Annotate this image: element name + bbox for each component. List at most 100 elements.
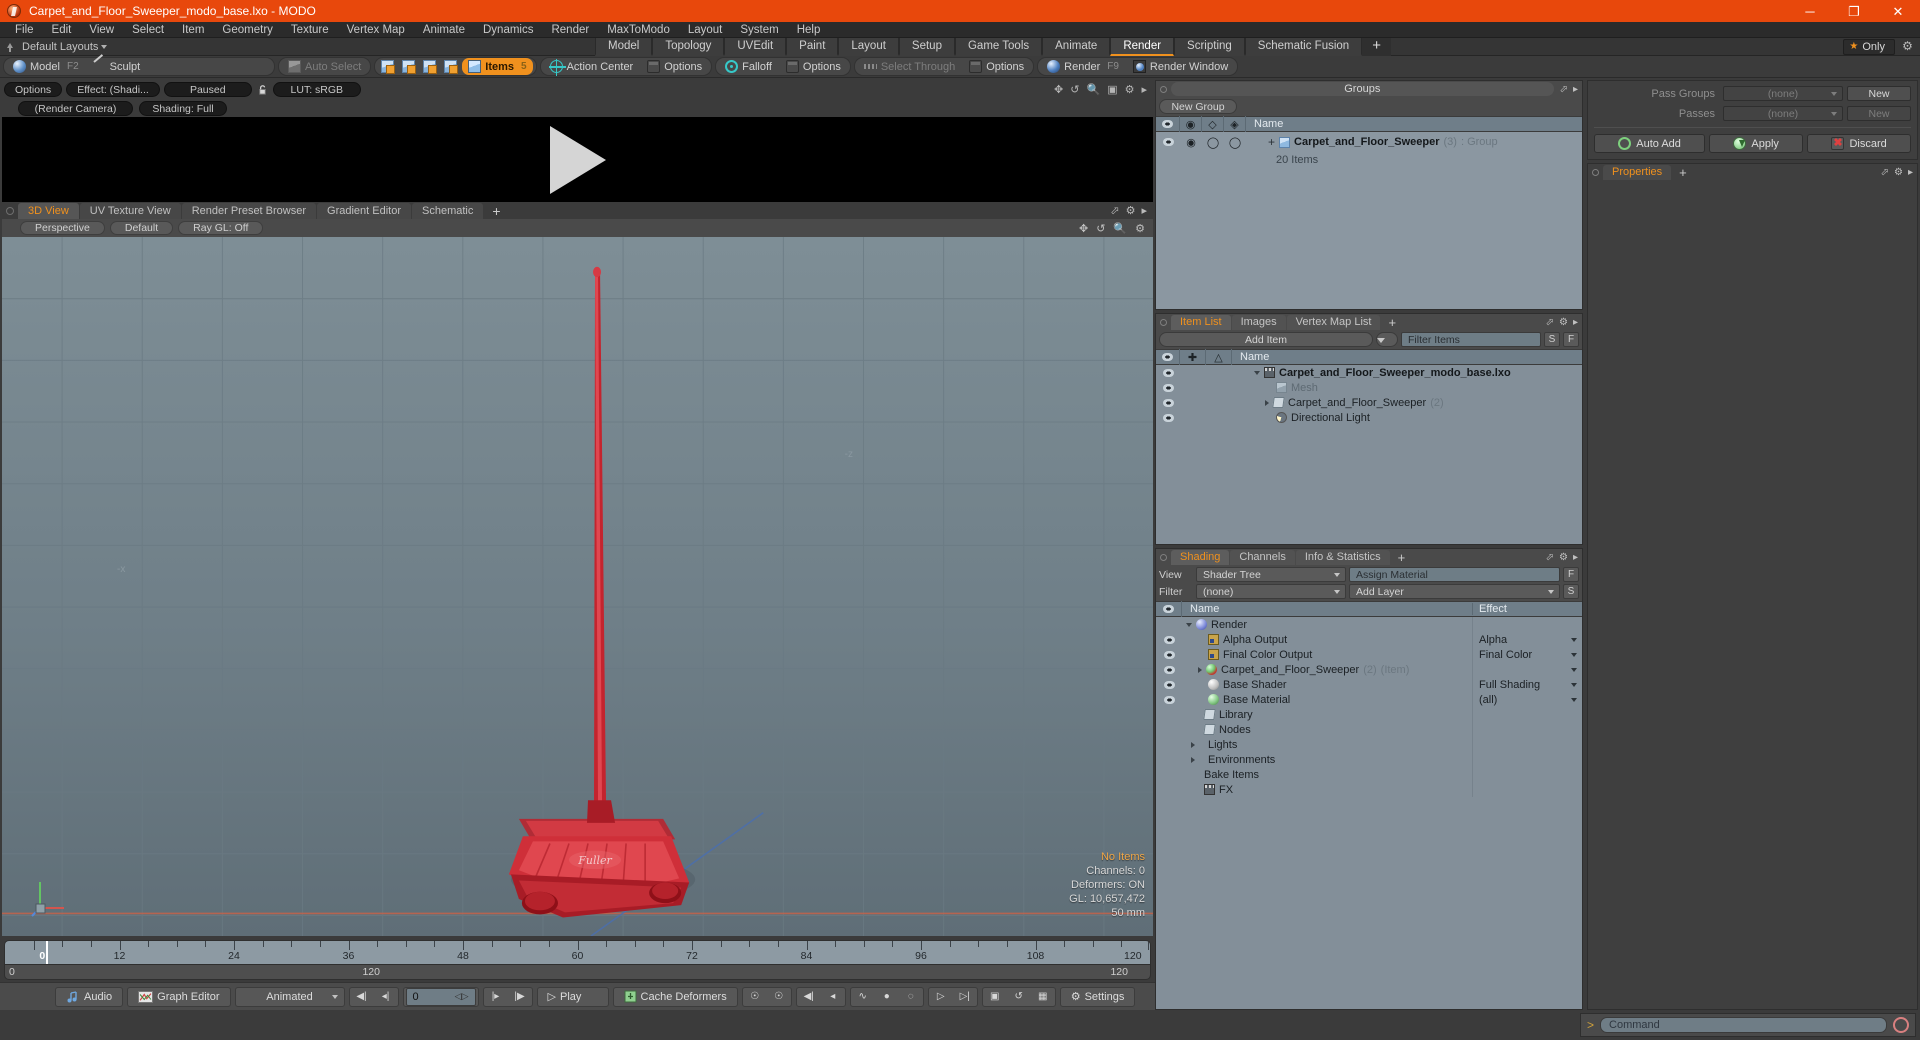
table-row[interactable]: ◉ ◯ ◯ + Carpet_and_Floor_Sweeper (3) : G… bbox=[1156, 132, 1582, 152]
shading-panel-dot[interactable] bbox=[1160, 553, 1167, 561]
viewport-panel-dot[interactable] bbox=[6, 207, 14, 215]
item-list-maximize-icon[interactable]: ⬀ bbox=[1546, 317, 1554, 328]
row-eye-toggle[interactable] bbox=[1156, 692, 1182, 707]
item-list-gear-icon[interactable]: ⚙ bbox=[1559, 317, 1568, 328]
layout-tab-layout[interactable]: Layout bbox=[838, 38, 899, 56]
filter-f-button[interactable]: F bbox=[1563, 332, 1579, 347]
row-name-cell[interactable]: Carpet_and_Floor_Sweeper (2) bbox=[1232, 397, 1582, 409]
key-slide-down-icon[interactable]: ☉ bbox=[767, 988, 791, 1006]
row-select-toggle[interactable]: ◯ bbox=[1224, 135, 1246, 150]
preview-canvas[interactable] bbox=[2, 117, 1153, 202]
table-row[interactable]: Directional Light bbox=[1156, 410, 1582, 425]
sculpt-mode-button[interactable]: Sculpt bbox=[87, 58, 147, 75]
render-button[interactable]: Render F9 bbox=[1041, 58, 1125, 75]
properties-panel-body[interactable] bbox=[1588, 180, 1917, 1009]
row-eye-toggle[interactable] bbox=[1156, 632, 1182, 647]
item-list-menu-icon[interactable]: ▸ bbox=[1573, 317, 1578, 328]
shading-add-tab-button[interactable]: + bbox=[1391, 550, 1413, 565]
table-row[interactable]: Nodes bbox=[1156, 722, 1582, 737]
menu-render[interactable]: Render bbox=[542, 22, 598, 38]
item-list-add-tab-button[interactable]: + bbox=[1381, 315, 1403, 330]
zoom-icon[interactable]: 🔍 bbox=[1086, 83, 1100, 96]
tab-item-list[interactable]: Item List bbox=[1171, 315, 1231, 330]
auto-select-button[interactable]: Auto Select bbox=[282, 58, 367, 75]
tab-shading[interactable]: Shading bbox=[1171, 550, 1230, 565]
shading-col-visibility[interactable] bbox=[1156, 601, 1182, 617]
edge-mode-button[interactable] bbox=[399, 58, 418, 75]
shader-tree-view-dropdown[interactable]: Shader Tree bbox=[1196, 567, 1346, 582]
row-eye-toggle[interactable] bbox=[1156, 647, 1182, 662]
render-camera-dropdown[interactable]: (Render Camera) bbox=[18, 100, 133, 116]
next-key-icon-2[interactable]: ▷ bbox=[929, 988, 953, 1006]
key-tool-2-icon[interactable]: ↺ bbox=[1007, 988, 1031, 1006]
row-name-cell[interactable]: Carpet_and_Floor_Sweeper (2) (Item) bbox=[1182, 664, 1472, 676]
row-name-cell[interactable]: Environments bbox=[1182, 754, 1472, 766]
maximize-panel-icon[interactable]: ⬀ bbox=[1110, 204, 1119, 217]
row-name-cell[interactable]: Bake Items bbox=[1182, 769, 1472, 781]
layout-tab-game-tools[interactable]: Game Tools bbox=[954, 38, 1043, 56]
row-effect-cell[interactable]: Final Color bbox=[1472, 647, 1582, 662]
falloff-options-button[interactable]: Options bbox=[780, 58, 847, 75]
menu-file[interactable]: File bbox=[6, 22, 43, 38]
add-item-button[interactable]: Add Item bbox=[1159, 332, 1373, 347]
groups-col-visibility[interactable] bbox=[1156, 116, 1180, 132]
viewport-tab-uv-texture-view[interactable]: UV Texture View bbox=[79, 203, 181, 219]
item-list-table-body[interactable]: Carpet_and_Floor_Sweeper_modo_base.lxo M… bbox=[1156, 365, 1582, 544]
table-row[interactable]: Mesh bbox=[1156, 380, 1582, 395]
row-eye-toggle[interactable] bbox=[1156, 662, 1182, 677]
next-key-button[interactable]: |▸ bbox=[484, 988, 508, 1006]
layout-tab-setup[interactable]: Setup bbox=[898, 38, 955, 56]
pass-groups-dropdown[interactable]: (none) bbox=[1723, 86, 1843, 101]
delete-key-icon[interactable]: ◌ bbox=[899, 988, 923, 1006]
go-to-start-button[interactable]: ◀| bbox=[350, 988, 374, 1006]
row-eye-toggle[interactable] bbox=[1156, 677, 1182, 692]
layout-tab-uvedit[interactable]: UVEdit bbox=[724, 38, 787, 56]
default-layouts-dropdown[interactable]: Default Layouts bbox=[22, 41, 108, 53]
new-pass-button[interactable]: New bbox=[1847, 106, 1911, 121]
audio-button[interactable]: Audio bbox=[55, 986, 124, 1007]
row-effect-cell[interactable]: Alpha bbox=[1472, 632, 1582, 647]
graph-editor-button[interactable]: Graph Editor bbox=[127, 986, 231, 1007]
viewport-gear-icon[interactable]: ⚙ bbox=[1126, 204, 1136, 217]
properties-add-tab-button[interactable]: + bbox=[1672, 165, 1694, 180]
shading-mode-dropdown[interactable]: Shading: Full bbox=[139, 100, 227, 116]
add-layout-tab-button[interactable]: + bbox=[1362, 38, 1391, 56]
lock-icon[interactable] bbox=[256, 83, 269, 96]
table-row[interactable]: Render bbox=[1156, 617, 1582, 632]
tab-vertex-map-list[interactable]: Vertex Map List bbox=[1286, 315, 1381, 330]
only-toggle-button[interactable]: ★ Only bbox=[1843, 38, 1895, 55]
viewport-rotate-icon[interactable]: ↺ bbox=[1096, 222, 1105, 235]
gear-icon[interactable]: ⚙ bbox=[1901, 40, 1914, 53]
tab-channels[interactable]: Channels bbox=[1230, 550, 1295, 565]
assign-material-button[interactable]: Assign Material bbox=[1349, 567, 1560, 582]
viewport-shading-style-dropdown[interactable]: Default bbox=[109, 221, 174, 235]
row-eye-toggle[interactable] bbox=[1156, 380, 1180, 395]
row-effect-cell[interactable]: (all) bbox=[1472, 692, 1582, 707]
properties-panel-dot[interactable] bbox=[1592, 168, 1599, 176]
discard-button[interactable]: ✖ Discard bbox=[1807, 134, 1911, 153]
collapse-triangle-icon[interactable] bbox=[1254, 370, 1260, 375]
table-row[interactable]: Lights bbox=[1156, 737, 1582, 752]
auto-add-button[interactable]: Auto Add bbox=[1594, 134, 1706, 153]
play-button[interactable]: ▷ Play bbox=[536, 986, 609, 1007]
minimize-button[interactable]: ─ bbox=[1788, 0, 1832, 22]
falloff-button[interactable]: Falloff bbox=[719, 58, 778, 75]
action-center-button[interactable]: Action Center bbox=[544, 58, 640, 76]
select-through-options-button[interactable]: Options bbox=[963, 58, 1030, 75]
groups-panel-dot[interactable] bbox=[1160, 85, 1167, 93]
menu-view[interactable]: View bbox=[80, 22, 123, 38]
prev-key-icon[interactable]: ◂ bbox=[821, 988, 845, 1006]
properties-menu-icon[interactable]: ▸ bbox=[1908, 167, 1913, 178]
row-name-cell[interactable]: Final Color Output bbox=[1182, 649, 1472, 661]
row-name-cell[interactable]: + Carpet_and_Floor_Sweeper (3) : Group bbox=[1246, 135, 1582, 149]
apply-button[interactable]: Apply bbox=[1709, 134, 1804, 153]
expand-triangle-icon[interactable] bbox=[1191, 741, 1195, 748]
table-row[interactable]: Environments bbox=[1156, 752, 1582, 767]
filter-items-input[interactable]: Filter Items bbox=[1401, 332, 1541, 347]
preview-lut-dropdown[interactable]: LUT: sRGB bbox=[272, 82, 361, 97]
play-triangle-icon[interactable] bbox=[549, 125, 606, 194]
shading-s-button[interactable]: S bbox=[1563, 584, 1579, 599]
menu-help[interactable]: Help bbox=[788, 22, 830, 38]
shading-table-body[interactable]: Render Alpha Output Alpha Final Color Ou… bbox=[1156, 617, 1582, 1009]
groups-col-lock[interactable]: ◇ bbox=[1202, 116, 1224, 132]
